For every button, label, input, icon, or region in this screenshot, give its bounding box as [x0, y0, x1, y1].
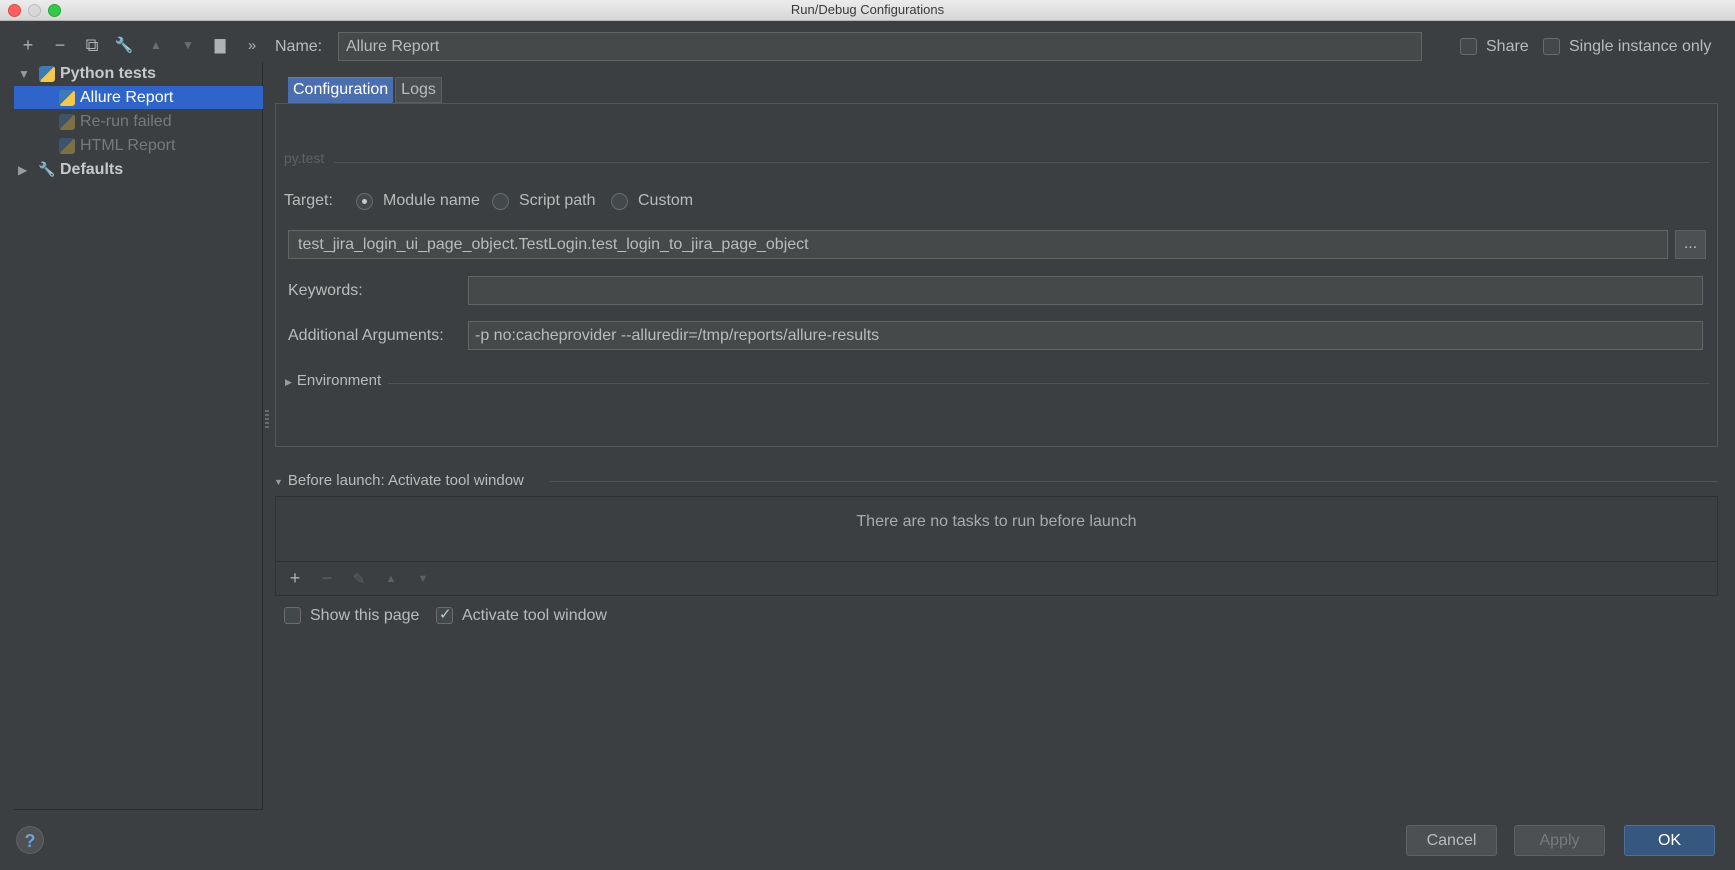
script-path-label: Script path — [519, 192, 596, 209]
tree-item-defaults[interactable]: ▶ 🔧 Defaults — [14, 158, 263, 181]
run-debug-dialog: Run/Debug Configurations + − ⧉ 🔧 ▲ ▼ ▇ »… — [0, 0, 1735, 870]
target-label: Target: — [284, 192, 333, 209]
tree-item-label: Python tests — [60, 64, 157, 82]
python-test-icon — [58, 113, 76, 131]
copy-config-icon[interactable]: ⧉ — [78, 31, 106, 59]
module-name-radio[interactable] — [356, 193, 373, 210]
splitter-handle[interactable] — [265, 410, 269, 430]
apply-button[interactable]: Apply — [1514, 825, 1605, 856]
move-task-up-icon[interactable]: ▲ — [380, 573, 402, 585]
add-config-icon[interactable]: + — [14, 31, 42, 59]
remove-task-icon[interactable]: − — [316, 568, 338, 589]
folder-icon[interactable]: ▇ — [206, 31, 234, 59]
move-task-down-icon[interactable]: ▼ — [412, 573, 434, 585]
config-toolbar: + − ⧉ 🔧 ▲ ▼ ▇ » — [14, 30, 266, 60]
custom-radio[interactable] — [611, 193, 628, 210]
cancel-button[interactable]: Cancel — [1406, 825, 1497, 856]
wrench-icon[interactable]: 🔧 — [110, 31, 138, 59]
python-icon — [38, 65, 56, 83]
activate-tool-window-checkbox[interactable] — [436, 605, 453, 624]
before-launch-separator — [550, 481, 1718, 482]
module-name-input[interactable]: test_jira_login_ui_page_object.TestLogin… — [288, 230, 1668, 259]
show-this-page-label: Show this page — [310, 607, 420, 624]
tree-item-label: Re-run failed — [80, 112, 172, 130]
additional-arguments-label: Additional Arguments: — [288, 327, 444, 344]
environment-toggle[interactable]: ▶ Environment — [285, 372, 381, 389]
no-tasks-message: There are no tasks to run before launch — [856, 513, 1137, 530]
additional-arguments-input[interactable]: -p no:cacheprovider --alluredir=/tmp/rep… — [468, 321, 1703, 350]
name-input[interactable]: Allure Report — [338, 32, 1422, 61]
name-label: Name: — [275, 38, 323, 55]
move-up-icon[interactable]: ▲ — [142, 31, 170, 59]
tree-item-rerun-failed[interactable]: Re-run failed — [14, 110, 263, 133]
tree-item-label: Allure Report — [80, 88, 174, 106]
more-icon[interactable]: » — [238, 31, 266, 59]
section-separator — [334, 162, 1709, 163]
tree-item-python-tests[interactable]: ▼ Python tests — [14, 62, 263, 85]
environment-separator — [388, 383, 1709, 384]
share-label: Share — [1486, 38, 1529, 55]
share-checkbox[interactable] — [1460, 38, 1477, 55]
tab-configuration[interactable]: Configuration — [288, 77, 394, 103]
tab-logs[interactable]: Logs — [395, 77, 442, 103]
module-name-label: Module name — [383, 192, 480, 209]
before-launch-toggle[interactable]: ▼ Before launch: Activate tool window — [274, 472, 524, 489]
expanded-arrow-icon[interactable]: ▼ — [18, 67, 30, 81]
script-path-radio[interactable] — [492, 193, 509, 210]
collapsed-arrow-icon: ▶ — [285, 377, 292, 387]
single-instance-label: Single instance only — [1569, 38, 1712, 55]
expanded-arrow-icon: ▼ — [274, 477, 283, 487]
python-test-icon — [58, 89, 76, 107]
configuration-panel: py.test Target: Module name Script path … — [275, 103, 1718, 447]
config-tree: ▼ Python tests Allure Report Re-run fail… — [14, 62, 263, 810]
before-launch-title: Before launch: Activate tool window — [287, 472, 524, 489]
custom-label: Custom — [638, 192, 694, 209]
tree-item-label: HTML Report — [80, 136, 176, 154]
before-launch-tasks: There are no tasks to run before launch … — [275, 496, 1718, 596]
move-down-icon[interactable]: ▼ — [174, 31, 202, 59]
ok-button[interactable]: OK — [1624, 825, 1715, 856]
keywords-input[interactable] — [468, 276, 1703, 305]
edit-task-icon[interactable]: ✎ — [348, 570, 370, 588]
show-this-page-checkbox[interactable] — [284, 607, 301, 624]
add-task-icon[interactable]: + — [284, 568, 306, 589]
tree-item-allure-report[interactable]: Allure Report — [14, 86, 263, 109]
title-bar: Run/Debug Configurations — [0, 0, 1735, 21]
window-title: Run/Debug Configurations — [790, 2, 945, 17]
config-tabs: Configuration Logs — [288, 77, 442, 103]
single-instance-checkbox[interactable] — [1543, 38, 1560, 55]
tasks-toolbar: + − ✎ ▲ ▼ — [276, 561, 1717, 595]
pytest-section-title: py.test — [284, 150, 325, 166]
collapsed-arrow-icon[interactable]: ▶ — [18, 163, 30, 177]
environment-label: Environment — [296, 372, 382, 389]
tree-item-html-report[interactable]: HTML Report — [14, 134, 263, 157]
activate-tool-window-label: Activate tool window — [462, 607, 607, 624]
remove-config-icon[interactable]: − — [46, 31, 74, 59]
help-button[interactable]: ? — [16, 826, 44, 854]
tree-item-label: Defaults — [60, 160, 124, 178]
browse-button[interactable]: ... — [1675, 230, 1706, 259]
keywords-label: Keywords: — [288, 282, 363, 299]
python-test-icon — [58, 137, 76, 155]
wrench-icon: 🔧 — [38, 161, 56, 177]
